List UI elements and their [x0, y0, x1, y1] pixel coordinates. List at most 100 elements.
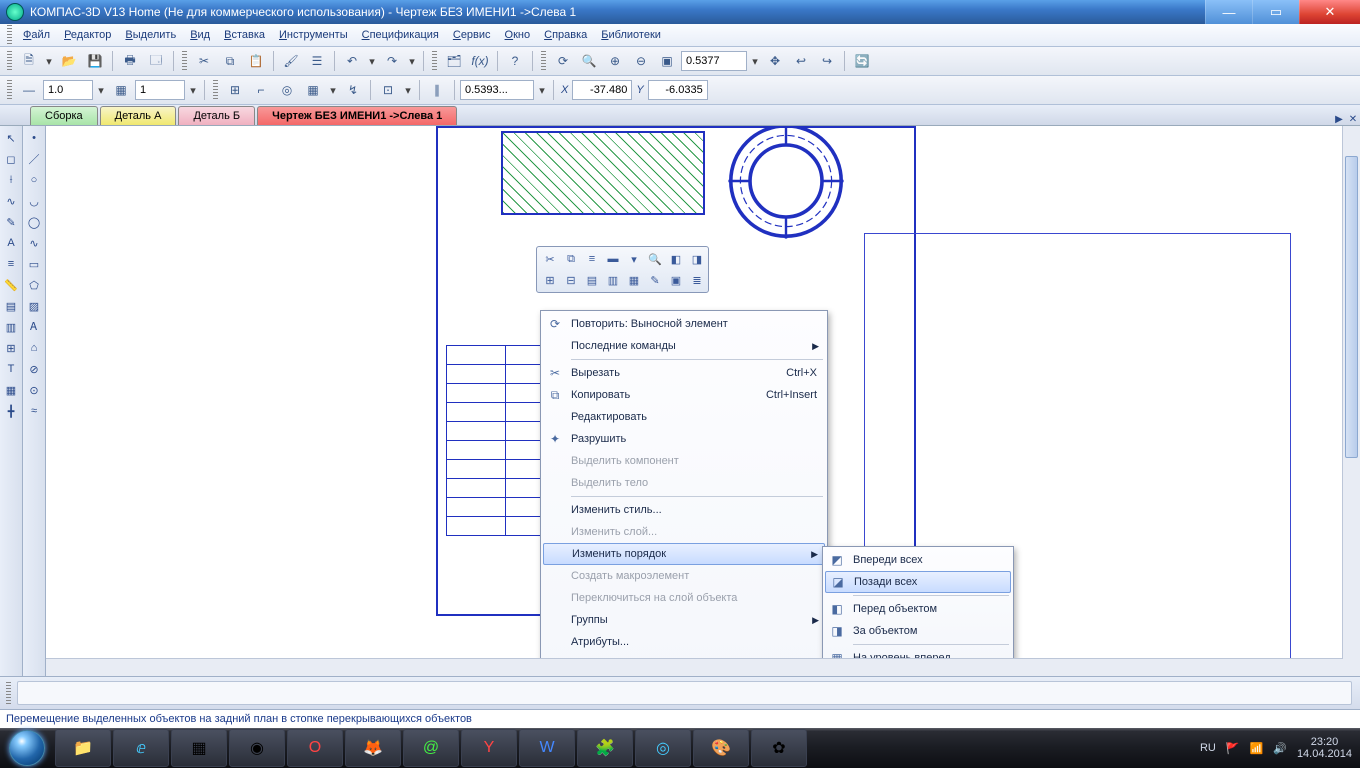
- mini-b9-icon[interactable]: ▣: [665, 270, 687, 290]
- zoom-fit-button[interactable]: ▣: [655, 49, 679, 73]
- grid-button[interactable]: ▦: [301, 78, 325, 102]
- redo-button[interactable]: ↷: [380, 49, 404, 73]
- select-tool[interactable]: ↖: [1, 128, 21, 148]
- tray-flag-icon[interactable]: 🚩: [1226, 742, 1240, 755]
- mini-zoom-icon[interactable]: 🔍: [644, 249, 666, 269]
- mini-style-icon[interactable]: ≡: [581, 249, 603, 269]
- grip[interactable]: [182, 51, 187, 71]
- mini-b5-icon[interactable]: ▤: [581, 270, 603, 290]
- hatch-tool[interactable]: ▨: [24, 296, 44, 316]
- local-cs-button[interactable]: ↯: [341, 78, 365, 102]
- point-tool[interactable]: •: [24, 128, 44, 148]
- refresh-view-button[interactable]: ⟳: [551, 49, 575, 73]
- axis-tool[interactable]: ╋: [1, 401, 21, 421]
- task-word[interactable]: W: [519, 729, 575, 767]
- menu-item[interactable]: ◩Впереди всех: [825, 549, 1011, 571]
- task-firefox[interactable]: 🦊: [345, 729, 401, 767]
- tray-network-icon[interactable]: 📶: [1250, 742, 1264, 755]
- table-tool[interactable]: ▦: [1, 380, 21, 400]
- variables-button[interactable]: f(x): [468, 49, 492, 73]
- task-ie[interactable]: ⅇ: [113, 729, 169, 767]
- detail-tool[interactable]: ⊙: [24, 380, 44, 400]
- grip[interactable]: [432, 51, 437, 71]
- mini-b3-icon[interactable]: ⊞: [539, 270, 561, 290]
- task-mail[interactable]: @: [403, 729, 459, 767]
- doc-tab[interactable]: Чертеж БЕЗ ИМЕНИ1 ->Слева 1: [257, 106, 457, 125]
- menu-item[interactable]: Изменить порядок▶: [543, 543, 825, 565]
- x-field[interactable]: -37.480: [572, 80, 632, 100]
- param-tool[interactable]: ≡: [1, 254, 21, 274]
- properties-button[interactable]: ☰: [305, 49, 329, 73]
- menu-item[interactable]: ⧉КопироватьCtrl+Insert: [543, 384, 825, 406]
- menu-item[interactable]: ⟳Повторить: Выносной элемент: [543, 313, 825, 335]
- mini-b7-icon[interactable]: ▦: [623, 270, 645, 290]
- menu-item[interactable]: Последние команды▶: [543, 335, 825, 357]
- canvas[interactable]: ✂ ⧉ ≡ ▬ ▾ 🔍 ◧ ◨ ⊞ ⊟ ▤ ▥ ▦ ✎ ▣ ≣ ⟳Повтори…: [46, 126, 1360, 676]
- grip[interactable]: [7, 80, 12, 100]
- section-tool[interactable]: ⊘: [24, 359, 44, 379]
- task-kompas[interactable]: ◎: [635, 729, 691, 767]
- menu-справка[interactable]: Справка: [538, 27, 593, 43]
- menu-окно[interactable]: Окно: [499, 27, 537, 43]
- horizontal-scrollbar[interactable]: [46, 658, 1343, 676]
- menu-редактор[interactable]: Редактор: [58, 27, 117, 43]
- manager-button[interactable]: 🗂: [442, 49, 466, 73]
- doc-tab[interactable]: Деталь Б: [178, 106, 255, 125]
- doc-tab[interactable]: Сборка: [30, 106, 98, 125]
- task-chrome[interactable]: ◉: [229, 729, 285, 767]
- grip[interactable]: [213, 80, 218, 100]
- menu-item[interactable]: ◪Позади всех: [825, 571, 1011, 593]
- new-button[interactable]: 🗎: [17, 49, 41, 73]
- y-field[interactable]: -6.0335: [648, 80, 708, 100]
- mini-cut-icon[interactable]: ✂: [539, 249, 561, 269]
- menu-инструменты[interactable]: Инструменты: [273, 27, 354, 43]
- line-tool[interactable]: ／: [24, 149, 44, 169]
- polygon-tool[interactable]: ⬠: [24, 275, 44, 295]
- symbols-tool[interactable]: ∿: [1, 191, 21, 211]
- zoom-field[interactable]: 0.5377: [681, 51, 747, 71]
- copy-button[interactable]: ⧉: [218, 49, 242, 73]
- tray-clock[interactable]: 23:20 14.04.2014: [1297, 736, 1352, 760]
- undo-button[interactable]: ↶: [340, 49, 364, 73]
- mini-b6-icon[interactable]: ▥: [602, 270, 624, 290]
- tab-scroll-right[interactable]: ▶: [1332, 114, 1346, 125]
- vertical-scrollbar[interactable]: [1342, 126, 1360, 676]
- task-yandex[interactable]: Y: [461, 729, 517, 767]
- menu-item[interactable]: Группы▶: [543, 609, 825, 631]
- ellipse-tool[interactable]: ◯: [24, 212, 44, 232]
- mini-b8-icon[interactable]: ✎: [644, 270, 666, 290]
- zoom-out-button[interactable]: ⊖: [629, 49, 653, 73]
- task-app3[interactable]: ✿: [751, 729, 807, 767]
- zoom-in-button[interactable]: ⊕: [603, 49, 627, 73]
- rect-tool[interactable]: ▭: [24, 254, 44, 274]
- text-tool[interactable]: A: [1, 233, 21, 253]
- grip[interactable]: [6, 682, 11, 704]
- insert-tool[interactable]: ⊞: [1, 338, 21, 358]
- spec-tool[interactable]: ▤: [1, 296, 21, 316]
- arc-tool[interactable]: ◡: [24, 191, 44, 211]
- menu-сервис[interactable]: Сервис: [447, 27, 497, 43]
- tray-sound-icon[interactable]: 🔊: [1273, 742, 1287, 755]
- task-opera[interactable]: O: [287, 729, 343, 767]
- doc-tab[interactable]: Деталь А: [100, 106, 177, 125]
- task-explorer[interactable]: 📁: [55, 729, 111, 767]
- close-button[interactable]: ✕: [1299, 0, 1360, 24]
- mini-b10-icon[interactable]: ≣: [686, 270, 708, 290]
- preview-button[interactable]: 🗔: [144, 49, 168, 73]
- circle-tool[interactable]: ○: [24, 170, 44, 190]
- snap-button[interactable]: ◎: [275, 78, 299, 102]
- property-panel[interactable]: [17, 681, 1352, 705]
- geometry-tool[interactable]: ◻: [1, 149, 21, 169]
- linewidth-field[interactable]: 1.0: [43, 80, 93, 100]
- tab-close[interactable]: ✕: [1346, 114, 1360, 125]
- menu-item[interactable]: Изменить стиль...: [543, 499, 825, 521]
- text-tool-2[interactable]: Ꭺ: [24, 317, 44, 337]
- maximize-button[interactable]: ▭: [1252, 0, 1299, 24]
- save-button[interactable]: 💾: [83, 49, 107, 73]
- menu-вид[interactable]: Вид: [184, 27, 216, 43]
- menu-item[interactable]: ✦Разрушить: [543, 428, 825, 450]
- menu-item[interactable]: Атрибуты...: [543, 631, 825, 653]
- task-app1[interactable]: ▦: [171, 729, 227, 767]
- start-button[interactable]: [0, 728, 54, 768]
- paste-button[interactable]: 📋: [244, 49, 268, 73]
